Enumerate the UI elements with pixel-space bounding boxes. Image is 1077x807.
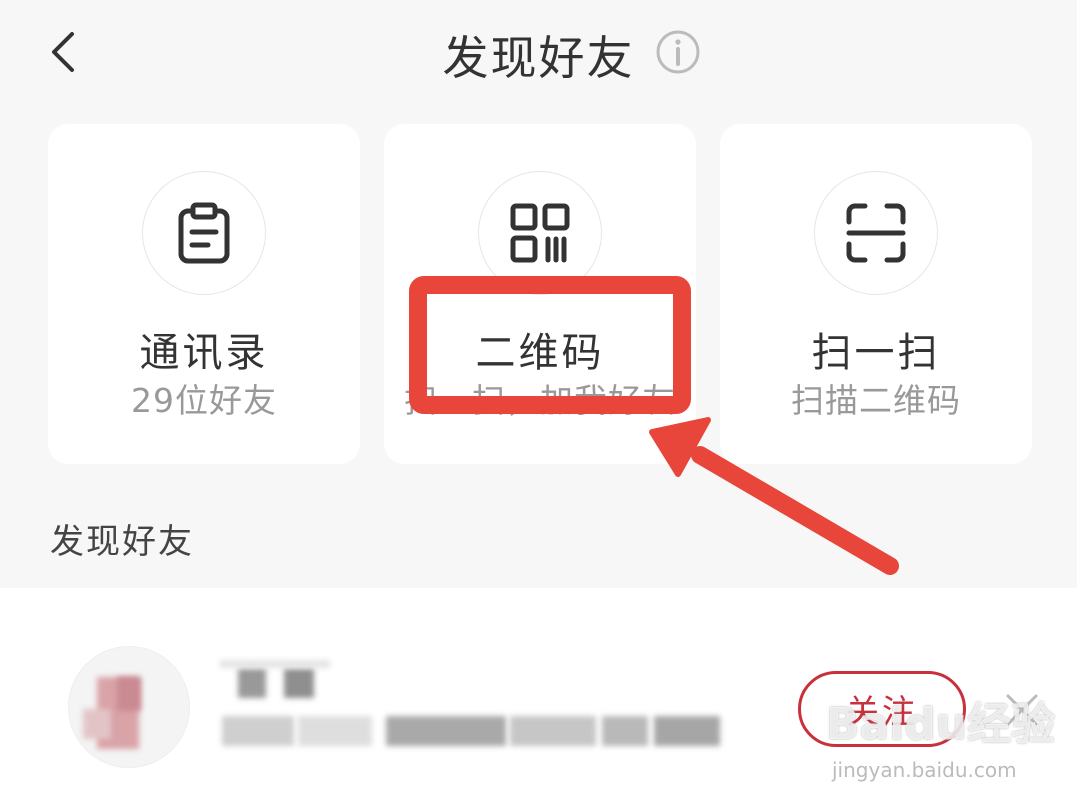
scan-title: 扫一扫 bbox=[811, 330, 941, 376]
annotation-arrow-shaft bbox=[691, 446, 899, 575]
qr-code-icon bbox=[510, 203, 570, 263]
info-icon bbox=[656, 30, 700, 74]
scan-icon-circle bbox=[814, 171, 938, 295]
qr-code-subtitle: 扫一扫，加我好友 bbox=[404, 381, 676, 420]
contacts-icon-circle bbox=[142, 171, 266, 295]
page-title: 发现好友 bbox=[442, 31, 635, 85]
scan-icon bbox=[846, 203, 906, 263]
watermark-url: jingyan.baidu.com bbox=[832, 758, 1017, 782]
contacts-subtitle: 29位好友 bbox=[131, 381, 277, 420]
qr-code-card[interactable]: 二维码 扫一扫，加我好友 bbox=[384, 124, 696, 464]
avatar[interactable] bbox=[68, 646, 190, 768]
scan-card[interactable]: 扫一扫 扫描二维码 bbox=[720, 124, 1032, 464]
clipboard-icon bbox=[178, 202, 230, 264]
contacts-card[interactable]: 通讯录 29位好友 bbox=[48, 124, 360, 464]
watermark-logo: Baidu经验 bbox=[826, 699, 1056, 750]
top-bar: 发现好友 bbox=[0, 0, 1077, 105]
scan-subtitle: 扫描二维码 bbox=[791, 381, 961, 420]
qr-icon-circle bbox=[478, 171, 602, 295]
section-label: 发现好友 bbox=[50, 522, 194, 562]
qr-code-title: 二维码 bbox=[475, 330, 605, 376]
info-button[interactable] bbox=[655, 29, 701, 75]
contacts-title: 通讯录 bbox=[139, 330, 269, 376]
